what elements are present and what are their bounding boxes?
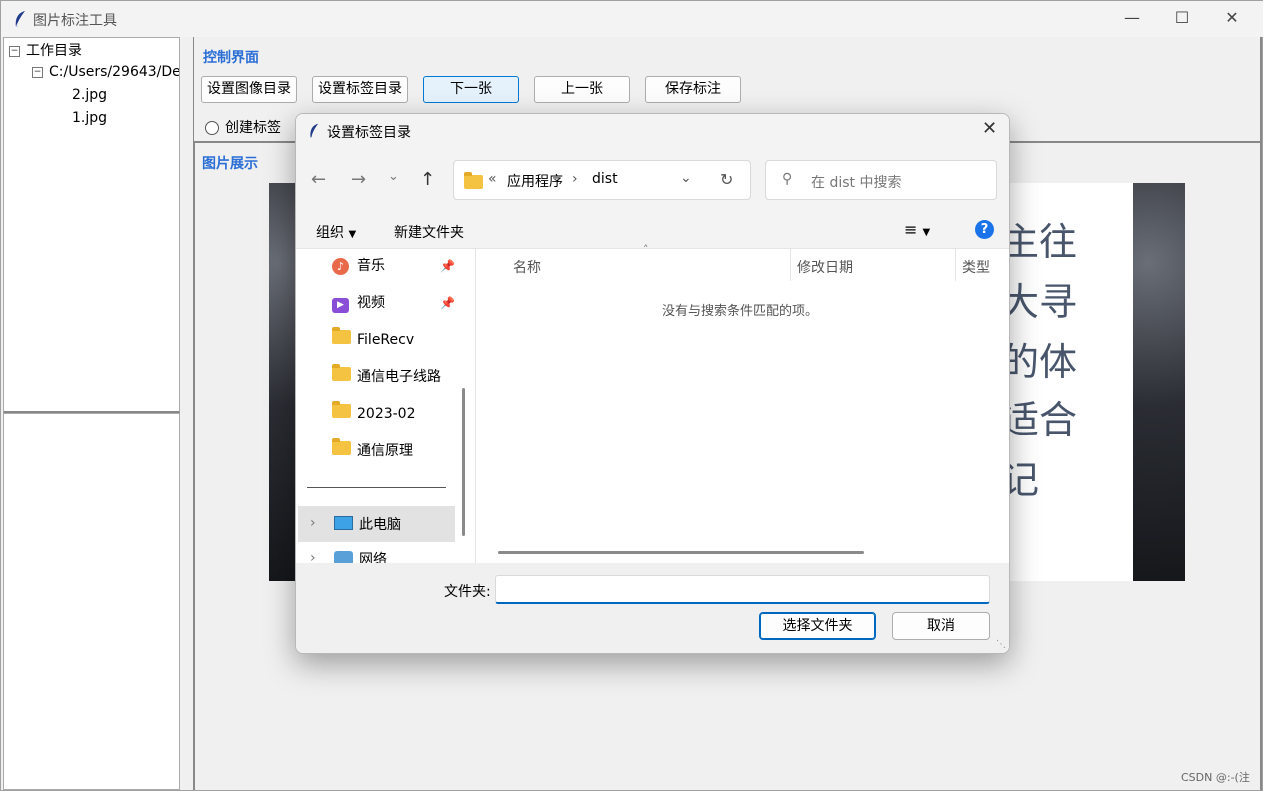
dialog-toolbar: 组织 ▼ 新建文件夹 ≡ ▼ ? <box>296 213 1009 249</box>
navigation-bar: ← → ⌄ ↑ « 应用程序 › dist ⌄ ↻ ⚲ 在 dist 中搜索 <box>296 149 1009 213</box>
feather-icon <box>15 11 25 28</box>
computer-icon <box>334 516 353 530</box>
up-arrow-icon[interactable]: ↑ <box>420 169 435 190</box>
search-placeholder: 在 dist 中搜索 <box>811 175 902 191</box>
folder-icon <box>332 397 351 431</box>
select-folder-button[interactable]: 选择文件夹 <box>759 612 876 640</box>
directory-tree[interactable]: − 工作目录 − C:/Users/29643/Des 2.jpg 1.jpg <box>3 37 180 413</box>
folder-icon <box>332 323 351 357</box>
tree-root[interactable]: − 工作目录 <box>9 40 82 60</box>
organize-menu[interactable]: 组织 ▼ <box>316 222 356 242</box>
folder-input[interactable] <box>495 575 990 604</box>
tree-root-label: 工作目录 <box>26 43 82 59</box>
pin-icon[interactable]: 📌 <box>440 259 455 273</box>
minimize-button[interactable]: — <box>1109 1 1155 37</box>
nav-item-this-pc[interactable]: › 此电脑 <box>298 506 455 542</box>
folder-label: 文件夹: <box>444 584 491 600</box>
control-title: 控制界面 <box>203 50 259 66</box>
maximize-button[interactable]: ☐ <box>1159 1 1205 37</box>
address-dropdown-icon[interactable]: ⌄ <box>680 170 692 186</box>
image-text: 大寻 <box>1001 280 1078 324</box>
overflow-icon[interactable]: « <box>488 171 497 187</box>
network-icon <box>334 551 353 563</box>
nav-item-folder[interactable]: 2023-02 <box>332 397 416 431</box>
dialog-close-icon[interactable]: ✕ <box>982 118 997 139</box>
dialog-title-bar: 设置标签目录 ✕ <box>296 114 1009 149</box>
next-button[interactable]: 下一张 <box>423 76 519 103</box>
image-edge-left <box>269 183 297 581</box>
nav-item-music[interactable]: ♪ 音乐 <box>332 249 385 283</box>
folder-icon <box>332 360 351 394</box>
search-icon: ⚲ <box>782 171 793 187</box>
folder-picker-dialog: 设置标签目录 ✕ ← → ⌄ ↑ « 应用程序 › dist ⌄ ↻ ⚲ 在 d… <box>295 113 1010 654</box>
breadcrumb-item[interactable]: 应用程序 <box>507 171 563 191</box>
nav-item-video[interactable]: ▶ 视频 <box>332 286 385 320</box>
music-icon: ♪ <box>332 249 351 283</box>
column-divider[interactable] <box>955 249 956 281</box>
help-icon[interactable]: ? <box>975 220 994 239</box>
tree-file[interactable]: 2.jpg <box>72 87 107 103</box>
tree-folder-label: C:/Users/29643/Des <box>49 64 180 80</box>
window-title: 图片标注工具 <box>33 13 117 29</box>
radio-circle-icon[interactable] <box>205 121 219 135</box>
display-title: 图片展示 <box>202 156 258 172</box>
refresh-icon[interactable]: ↻ <box>720 170 733 189</box>
column-header-date[interactable]: 修改日期 <box>797 257 853 277</box>
nav-divider <box>307 487 446 488</box>
breadcrumb-item[interactable]: dist <box>592 171 618 187</box>
new-folder-button[interactable]: 新建文件夹 <box>394 222 464 242</box>
pin-icon[interactable]: 📌 <box>440 296 455 310</box>
close-button[interactable]: ✕ <box>1209 1 1255 37</box>
file-list[interactable]: ˄ 名称 修改日期 类型 没有与搜索条件匹配的项。 <box>476 243 1009 563</box>
column-header-type[interactable]: 类型 <box>962 257 990 277</box>
folder-icon <box>332 434 351 468</box>
tree-folder[interactable]: − C:/Users/29643/Des <box>32 64 180 80</box>
video-icon: ▶ <box>332 286 351 320</box>
title-bar: 图片标注工具 — ☐ ✕ <box>1 1 1263 37</box>
expand-chevron-icon[interactable]: › <box>310 550 316 563</box>
nav-item-network[interactable]: › 网络 <box>298 545 455 563</box>
image-text: 主往 <box>1001 220 1078 264</box>
resize-grip-icon[interactable]: ⋱ <box>996 639 1006 650</box>
nav-item-folder[interactable]: FileRecv <box>332 323 414 357</box>
previous-button[interactable]: 上一张 <box>534 76 630 103</box>
view-menu-icon[interactable]: ≡ ▼ <box>904 220 930 239</box>
feather-icon <box>310 123 319 138</box>
back-arrow-icon[interactable]: ← <box>311 169 326 190</box>
column-header-name[interactable]: 名称 <box>513 257 541 277</box>
create-label-radio[interactable]: 创建标签 <box>205 117 281 137</box>
image-text: 的体 <box>1001 340 1078 384</box>
nav-item-folder[interactable]: 通信原理 <box>332 434 413 468</box>
save-annotation-button[interactable]: 保存标注 <box>645 76 741 103</box>
empty-message: 没有与搜索条件匹配的项。 <box>662 304 819 319</box>
expand-chevron-icon[interactable]: › <box>310 515 316 531</box>
dialog-footer: 文件夹: 选择文件夹 取消 ⋱ <box>296 563 1009 653</box>
column-divider[interactable] <box>790 249 791 281</box>
image-edge-right <box>1133 183 1185 581</box>
nav-scrollbar[interactable] <box>462 388 465 536</box>
recent-chevron-icon[interactable]: ⌄ <box>388 169 399 184</box>
search-input[interactable]: ⚲ 在 dist 中搜索 <box>765 160 997 200</box>
breadcrumb-separator-icon: › <box>572 171 578 187</box>
collapse-icon[interactable]: − <box>32 66 43 78</box>
cancel-button[interactable]: 取消 <box>892 612 990 640</box>
folder-icon <box>464 172 483 189</box>
watermark: CSDN @:-(注 <box>1181 771 1250 784</box>
address-bar[interactable]: « 应用程序 › dist ⌄ ↻ <box>453 160 751 200</box>
tree-file[interactable]: 1.jpg <box>72 110 107 126</box>
sort-arrow-icon: ˄ <box>643 243 649 256</box>
organize-label: 组织 <box>316 225 344 241</box>
collapse-icon[interactable]: − <box>9 45 20 57</box>
dropdown-icon: ▼ <box>348 229 357 240</box>
dialog-title: 设置标签目录 <box>327 125 411 141</box>
label-list-panel <box>3 413 180 790</box>
create-label-text: 创建标签 <box>225 120 281 136</box>
image-text: 适合 <box>1001 398 1078 442</box>
forward-arrow-icon[interactable]: → <box>351 169 366 190</box>
navigation-pane[interactable]: ♪ 音乐 📌 ▶ 视频 📌 FileRecv 通信电子线路 2023-02 通信原理… <box>296 249 475 563</box>
nav-item-folder[interactable]: 通信电子线路 <box>332 360 441 394</box>
set-label-dir-button[interactable]: 设置标签目录 <box>312 76 408 103</box>
horizontal-scrollbar[interactable] <box>498 551 864 554</box>
set-image-dir-button[interactable]: 设置图像目录 <box>201 76 297 103</box>
